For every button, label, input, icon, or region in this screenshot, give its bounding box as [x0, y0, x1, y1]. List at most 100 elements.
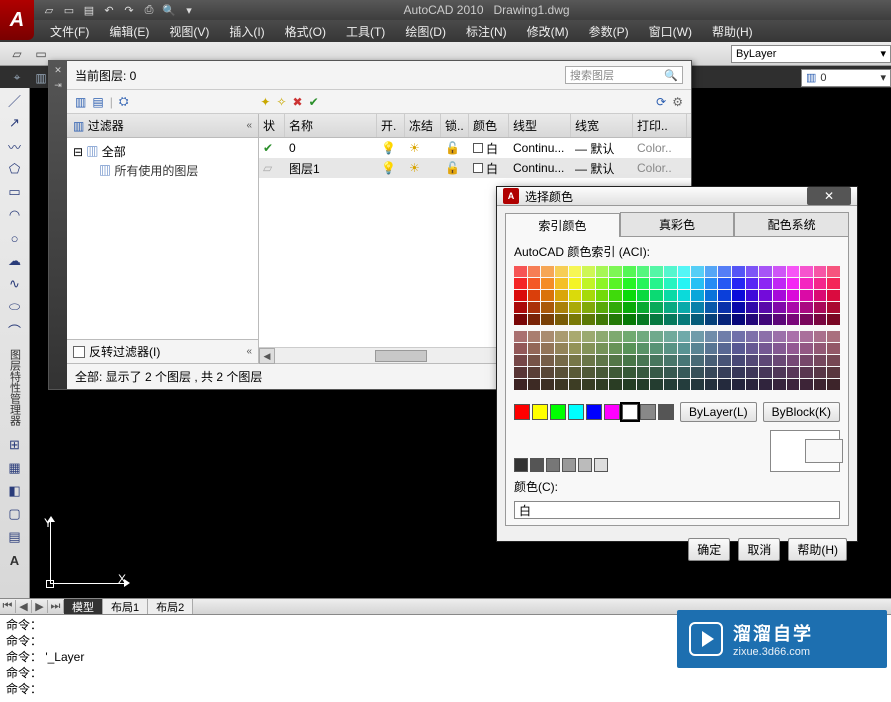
collapse-icon[interactable]: « — [246, 120, 252, 131]
filter-tree[interactable]: ⊟ ▥ 全部 ▥ 所有使用的图层 — [67, 138, 258, 339]
aci-swatch[interactable] — [773, 343, 786, 354]
qat-find-icon[interactable]: 🔍 — [160, 2, 178, 18]
menu-tools[interactable]: 工具(T) — [336, 20, 395, 43]
tab-layout2[interactable]: 布局2 — [148, 599, 193, 615]
aci-swatch[interactable] — [582, 278, 595, 289]
aci-swatch[interactable] — [541, 314, 554, 325]
aci-swatch[interactable] — [787, 379, 800, 390]
aci-swatch[interactable] — [650, 290, 663, 301]
col-lweight[interactable]: 线宽 — [571, 114, 633, 137]
aci-swatch[interactable] — [732, 290, 745, 301]
menu-format[interactable]: 格式(O) — [275, 20, 336, 43]
aci-swatch[interactable] — [787, 343, 800, 354]
gray2[interactable] — [530, 458, 544, 472]
menu-view[interactable]: 视图(V) — [159, 20, 219, 43]
aci-swatch[interactable] — [705, 367, 718, 378]
aci-swatch[interactable] — [678, 278, 691, 289]
menu-window[interactable]: 窗口(W) — [639, 20, 702, 43]
col-freeze[interactable]: 冻结 — [405, 114, 441, 137]
aci-swatch[interactable] — [827, 355, 840, 366]
collapse2-icon[interactable]: « — [246, 346, 252, 357]
aci-swatch[interactable] — [664, 266, 677, 277]
aci-swatch[interactable] — [664, 343, 677, 354]
layer-row[interactable]: ▱ 图层1 💡 ☀ 🔓 白 Continu... — 默认 Color.. — [259, 158, 691, 178]
aci-palette[interactable] — [514, 266, 840, 325]
aci-swatch[interactable] — [759, 379, 772, 390]
dialog-titlebar[interactable]: A 选择颜色 ✕ — [497, 187, 857, 206]
circle-icon[interactable]: ○ — [4, 228, 26, 248]
aci-swatch[interactable] — [691, 266, 704, 277]
aci-swatch[interactable] — [650, 343, 663, 354]
std-green[interactable] — [550, 404, 566, 420]
col-state[interactable]: 状 — [259, 114, 285, 137]
aci-swatch[interactable] — [678, 355, 691, 366]
aci-swatch[interactable] — [555, 302, 568, 313]
gray4[interactable] — [562, 458, 576, 472]
aci-swatch[interactable] — [787, 278, 800, 289]
aci-swatch[interactable] — [650, 266, 663, 277]
aci-swatch[interactable] — [773, 314, 786, 325]
aci-swatch[interactable] — [705, 343, 718, 354]
aci-swatch[interactable] — [609, 331, 622, 342]
aci-swatch[interactable] — [528, 343, 541, 354]
aci-swatch[interactable] — [827, 343, 840, 354]
color-value-input[interactable] — [514, 501, 840, 519]
new-layer-freeze-icon[interactable]: ✧ — [276, 95, 286, 109]
std-red[interactable] — [514, 404, 530, 420]
menu-insert[interactable]: 插入(I) — [219, 20, 274, 43]
aci-swatch[interactable] — [746, 278, 759, 289]
aci-swatch[interactable] — [514, 278, 527, 289]
qat-new-icon[interactable]: ▱ — [40, 2, 58, 18]
std-magenta[interactable] — [604, 404, 620, 420]
spline-icon[interactable]: ∿ — [4, 274, 26, 294]
tab-true-color[interactable]: 真彩色 — [620, 212, 735, 236]
aci-swatch[interactable] — [609, 278, 622, 289]
aci-swatch[interactable] — [596, 331, 609, 342]
col-lock[interactable]: 锁.. — [441, 114, 469, 137]
pline-icon[interactable]: 〰 — [4, 136, 26, 156]
aci-swatch[interactable] — [678, 302, 691, 313]
line-icon[interactable]: ／ — [4, 90, 26, 110]
aci-swatch[interactable] — [732, 355, 745, 366]
aci-swatch[interactable] — [637, 355, 650, 366]
aci-swatch[interactable] — [691, 278, 704, 289]
invert-filter-checkbox[interactable] — [73, 346, 85, 358]
menu-param[interactable]: 参数(P) — [579, 20, 639, 43]
aci-swatch[interactable] — [555, 379, 568, 390]
arc-icon[interactable]: ◠ — [4, 205, 26, 225]
std-yellow[interactable] — [532, 404, 548, 420]
aci-swatch[interactable] — [759, 355, 772, 366]
aci-swatch[interactable] — [773, 367, 786, 378]
aci-swatch[interactable] — [609, 355, 622, 366]
aci-swatch[interactable] — [623, 266, 636, 277]
aci-swatch[interactable] — [718, 266, 731, 277]
aci-swatch[interactable] — [541, 266, 554, 277]
aci-swatch[interactable] — [596, 290, 609, 301]
aci-swatch[interactable] — [582, 331, 595, 342]
aci-swatch[interactable] — [582, 367, 595, 378]
aci-swatch[interactable] — [582, 314, 595, 325]
aci-swatch[interactable] — [800, 379, 813, 390]
aci-swatch[interactable] — [637, 290, 650, 301]
aci-swatch[interactable] — [800, 278, 813, 289]
help-button[interactable]: 帮助(H) — [788, 538, 847, 561]
aci-swatch[interactable] — [827, 331, 840, 342]
aci-swatch[interactable] — [623, 331, 636, 342]
tab-next-icon[interactable]: ▶ — [32, 600, 48, 613]
app-menu-button[interactable]: A — [0, 0, 34, 40]
tab-first-icon[interactable]: ⏮ — [0, 600, 16, 613]
aci-swatch[interactable] — [732, 302, 745, 313]
aci-swatch[interactable] — [596, 266, 609, 277]
tab-color-books[interactable]: 配色系统 — [734, 212, 849, 236]
aci-swatch[interactable] — [732, 278, 745, 289]
aci-swatch[interactable] — [773, 278, 786, 289]
aci-swatch[interactable] — [582, 302, 595, 313]
aci-swatch[interactable] — [705, 355, 718, 366]
gray6[interactable] — [594, 458, 608, 472]
ellipsearc-icon[interactable]: ⌒ — [4, 320, 26, 340]
bulb-icon[interactable]: 💡 — [381, 141, 396, 155]
cancel-button[interactable]: 取消 — [738, 538, 780, 561]
aci-swatch[interactable] — [814, 367, 827, 378]
menu-help[interactable]: 帮助(H) — [702, 20, 763, 43]
std-white[interactable] — [622, 404, 638, 420]
